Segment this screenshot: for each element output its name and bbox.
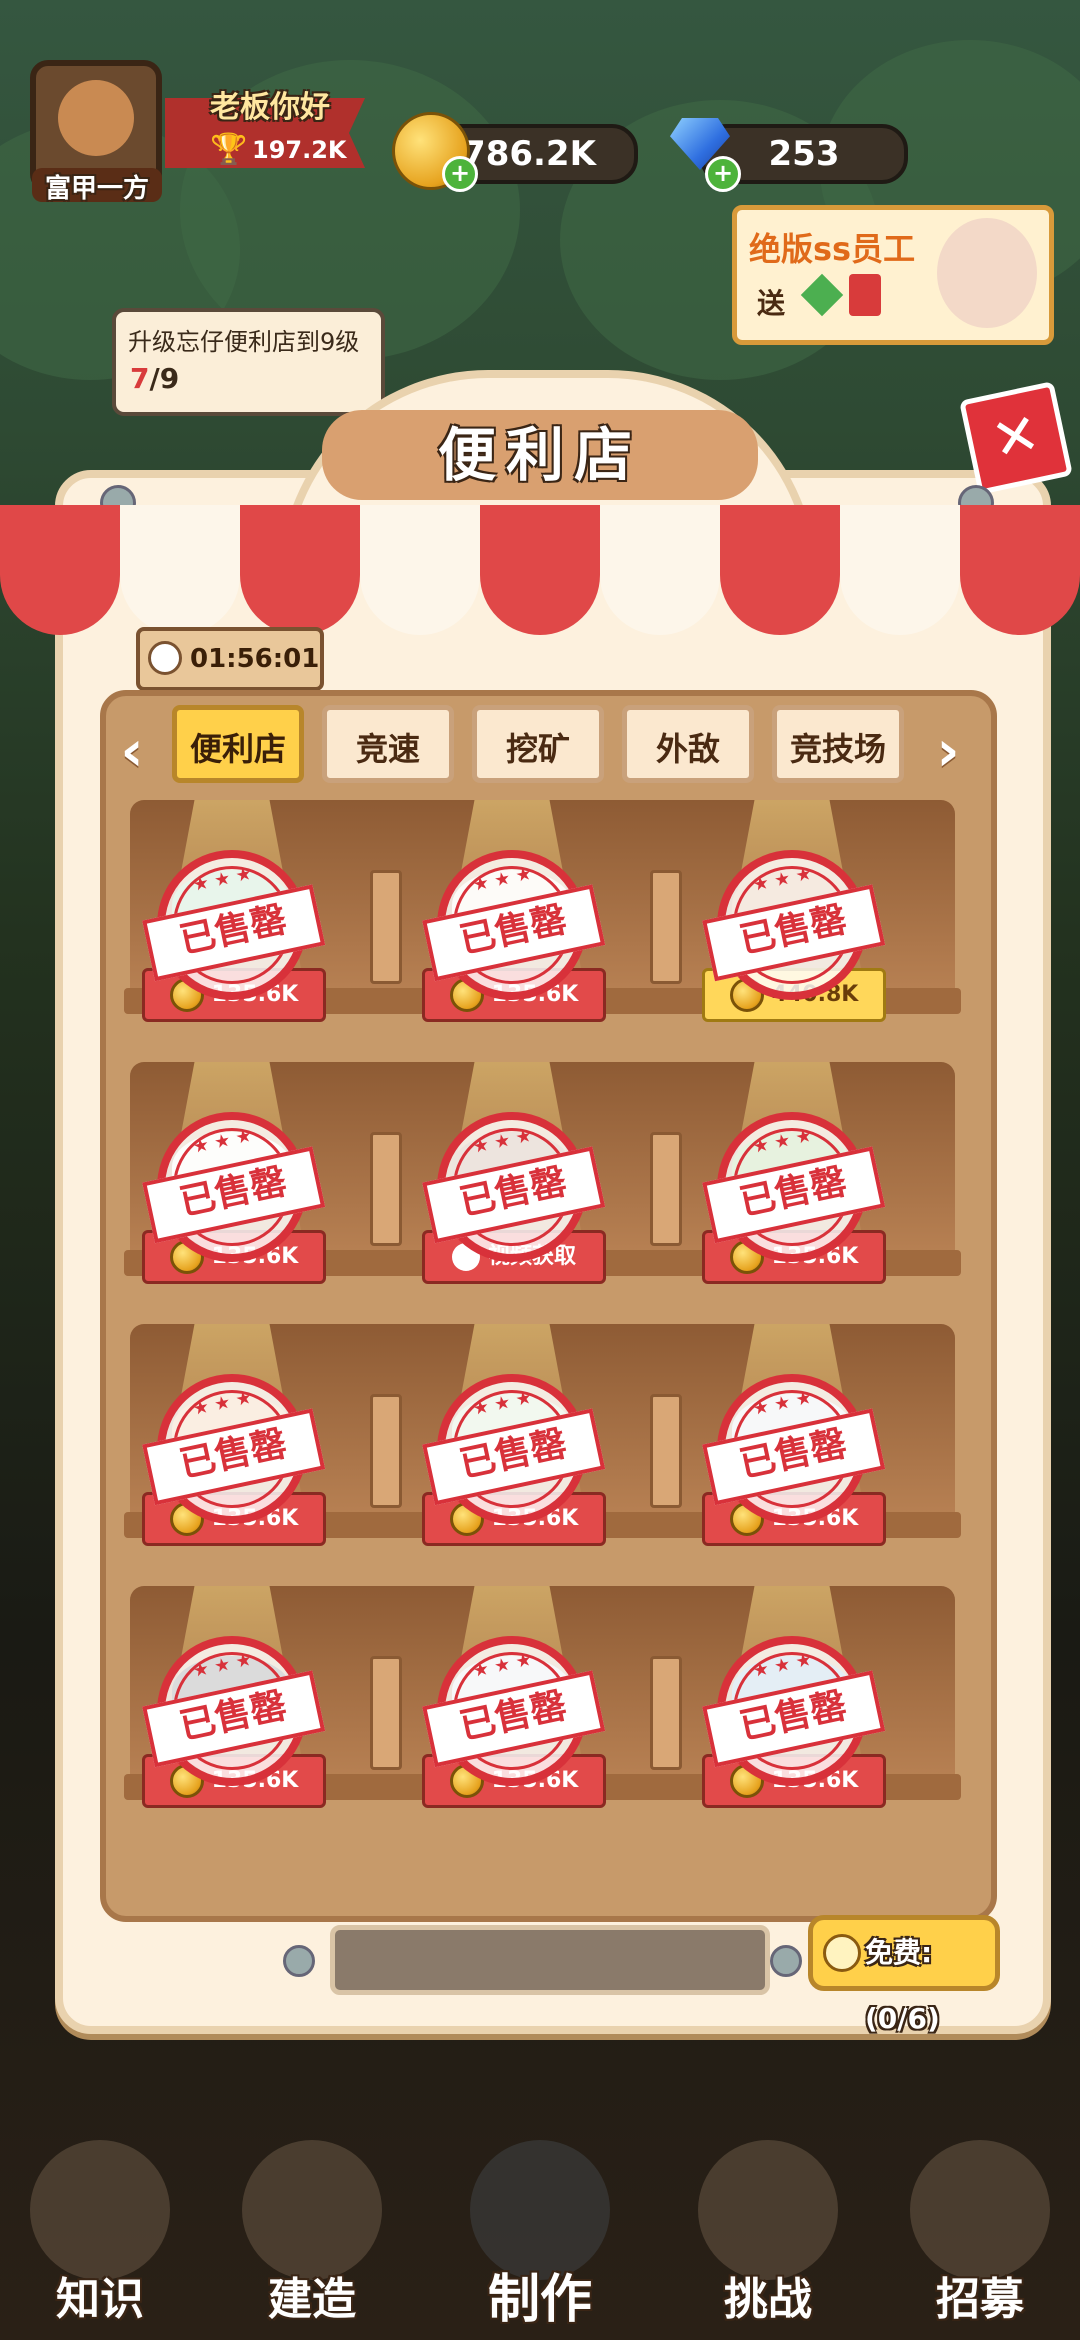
- trophy-score: 197.2K: [252, 136, 347, 164]
- promo-card[interactable]: 绝版ss员工 送: [732, 205, 1054, 345]
- shelf-row: 135.6K★ ★ ★已售罄 135.6K★ ★ ★已售罄 135.6K★ ★ ★已…: [124, 1586, 961, 1826]
- cards-icon: [910, 2140, 1050, 2280]
- tabs-next-arrow[interactable]: ›: [928, 722, 968, 782]
- promo-title: 绝版ss员工: [749, 230, 916, 268]
- close-icon: ✕: [986, 400, 1046, 475]
- scroll-bar: [330, 1925, 770, 1995]
- tab-mining[interactable]: 挖矿: [472, 705, 604, 783]
- shelf-row: 135.6K★ ★ ★已售罄 135.6K★ ★ ★已售罄 135.6K★ ★ ★已…: [124, 1324, 961, 1564]
- shelf-divider: [650, 870, 682, 984]
- nav-knowledge[interactable]: 知识: [10, 2140, 190, 2330]
- red-card-icon: [849, 274, 881, 316]
- tabs-prev-arrow[interactable]: ‹: [112, 722, 152, 782]
- screw-icon: [283, 1945, 315, 1977]
- close-button[interactable]: ✕: [959, 381, 1073, 495]
- shop-item[interactable]: 135.6K★ ★ ★已售罄: [142, 1324, 326, 1564]
- quest-progress-total: /9: [149, 362, 180, 395]
- timer-text: 01:56:01: [190, 644, 320, 674]
- promo-subtitle: 送: [757, 287, 786, 320]
- tab-race[interactable]: 竞速: [322, 705, 454, 783]
- quest-progress: 7/9: [130, 362, 230, 398]
- shop-item[interactable]: 135.6K★ ★ ★已售罄: [142, 1586, 326, 1826]
- player-title-badge: 富甲一方: [32, 168, 162, 204]
- green-gem-icon: [800, 273, 844, 317]
- clock-icon: [148, 641, 182, 675]
- shelf-divider: [650, 1656, 682, 1770]
- tab-enemies[interactable]: 外敌: [622, 705, 754, 783]
- shelf-divider: [370, 870, 402, 984]
- nav-label: 挑战: [724, 2274, 812, 2325]
- shelf-divider: [370, 1394, 402, 1508]
- refresh-icon: [823, 1934, 861, 1972]
- shelf-divider: [370, 1132, 402, 1246]
- nav-label: 建造: [268, 2274, 356, 2325]
- shelf-row: 135.6K★ ★ ★已售罄视频获取★ ★ ★已售罄 135.6K★ ★ ★已售罄: [124, 1062, 961, 1302]
- panel-title: 便利店: [437, 421, 642, 489]
- shop-item[interactable]: 135.6K★ ★ ★已售罄: [142, 1062, 326, 1302]
- shop-item[interactable]: 440.8K★ ★ ★已售罄: [702, 800, 886, 1040]
- nav-recruit[interactable]: 招募: [890, 2140, 1070, 2330]
- scroll-icon: [30, 2140, 170, 2280]
- nav-label: 招募: [936, 2274, 1024, 2325]
- cooking-pot-icon: [470, 2140, 610, 2280]
- tab-arena[interactable]: 竞技场: [772, 705, 904, 783]
- shelf-row: 135.6K★ ★ ★已售罄 135.6K★ ★ ★已售罄 440.8K★ ★ ★已…: [124, 800, 961, 1040]
- shelf-divider: [650, 1132, 682, 1246]
- shop-item[interactable]: 135.6K★ ★ ★已售罄: [142, 800, 326, 1040]
- free-refresh-button[interactable]: 免费:(0/6): [808, 1915, 1000, 2035]
- greeting-text: 老板你好: [210, 90, 330, 125]
- shelf-divider: [650, 1394, 682, 1508]
- nav-label: 制作: [487, 2270, 592, 2330]
- shop-awning: [0, 505, 1080, 635]
- shop-item[interactable]: 135.6K★ ★ ★已售罄: [702, 1324, 886, 1564]
- nav-craft[interactable]: 制作: [450, 2140, 630, 2330]
- shop-item[interactable]: 135.6K★ ★ ★已售罄: [702, 1586, 886, 1826]
- quest-bubble[interactable]: 升级忘仔便利店到9级 7/9: [112, 308, 385, 416]
- nav-build[interactable]: 建造: [222, 2140, 402, 2330]
- screw-icon: [770, 1945, 802, 1977]
- shop-item[interactable]: 135.6K★ ★ ★已售罄: [702, 1062, 886, 1302]
- shop-item[interactable]: 135.6K★ ★ ★已售罄: [422, 1324, 606, 1564]
- shop-item[interactable]: 135.6K★ ★ ★已售罄: [422, 800, 606, 1040]
- shelf-divider: [370, 1656, 402, 1770]
- quest-text: 升级忘仔便利店到9级: [128, 328, 360, 356]
- hammer-icon: [242, 2140, 382, 2280]
- bear-face-icon: [58, 80, 134, 156]
- nav-challenge[interactable]: 挑战: [678, 2140, 858, 2330]
- trophy-icon: 🏆: [210, 132, 248, 167]
- free-refresh-label: 免费:(0/6): [865, 1936, 940, 2035]
- quest-progress-current: 7: [130, 362, 150, 395]
- shelves: 135.6K★ ★ ★已售罄 135.6K★ ★ ★已售罄 440.8K★ ★ ★已…: [100, 800, 985, 1900]
- tab-convenience-store[interactable]: 便利店: [172, 705, 304, 783]
- shop-item[interactable]: 视频获取★ ★ ★已售罄: [422, 1062, 606, 1302]
- add-gold-button[interactable]: +: [442, 156, 478, 192]
- nav-label: 知识: [56, 2274, 144, 2325]
- crossed-swords-icon: [698, 2140, 838, 2280]
- add-gems-button[interactable]: +: [705, 156, 741, 192]
- shop-item[interactable]: 135.6K★ ★ ★已售罄: [422, 1586, 606, 1826]
- restock-timer: 01:56:01: [136, 627, 324, 691]
- nurse-character-icon: [937, 218, 1037, 328]
